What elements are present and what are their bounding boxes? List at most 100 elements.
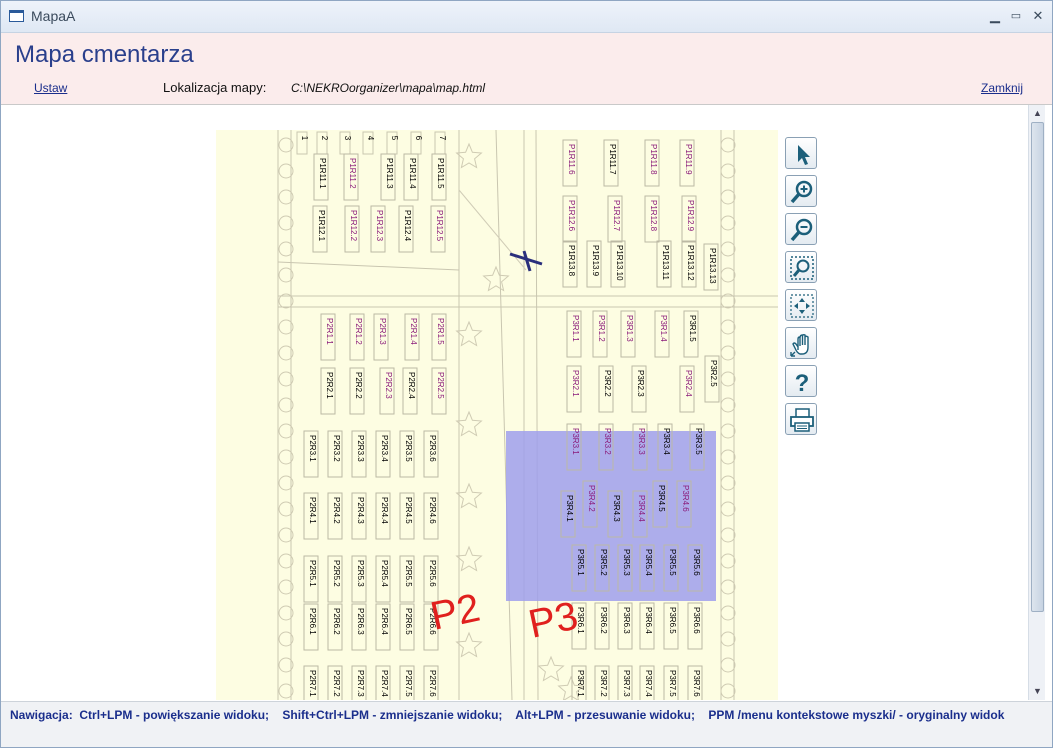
plot-label: P2R4.3 — [356, 497, 365, 524]
title-bar: MapaA ▁ ▭ ✕ — [1, 1, 1052, 33]
plot-label: P3R2.4 — [684, 370, 693, 397]
vertical-scrollbar[interactable]: ▲ ▼ — [1028, 105, 1045, 700]
plot-label: P2R6.1 — [308, 608, 317, 635]
plot-label: P3R5.3 — [622, 549, 631, 576]
zamknij-link[interactable]: Zamknij — [981, 81, 1023, 95]
fit-view-button[interactable] — [785, 289, 817, 321]
plot-label: P1R13.11 — [661, 245, 670, 281]
plot-number-label: 7 — [438, 136, 447, 141]
minimize-button[interactable]: ▁ — [984, 7, 1006, 25]
plot-label: P1R12.4 — [403, 210, 412, 242]
plot-label: P1R11.9 — [684, 144, 693, 175]
plot-label: P2R1.1 — [325, 318, 334, 345]
map-viewport[interactable]: 1 2 3 4 5 6 7 P1R11.1 P1R11.2 P1R11.3 P1R11.4 P1R11… — [2, 105, 1028, 700]
zoom-in-button[interactable] — [785, 175, 817, 207]
plot-label: P2R6.2 — [332, 608, 341, 635]
plot-label: P3R2.2 — [603, 370, 612, 397]
fit-view-icon — [790, 294, 814, 318]
plot-label: P3R7.6 — [692, 670, 701, 697]
plot-label: P1R12.7 — [612, 200, 621, 232]
plot-number-label: 6 — [414, 136, 423, 141]
close-window-button[interactable]: ✕ — [1027, 7, 1049, 25]
plot-label: P2R6.4 — [380, 608, 389, 635]
plot-label: P1R11.8 — [649, 144, 658, 175]
page-title: Mapa cmentarza — [15, 41, 194, 68]
plot-label: P3R3.4 — [662, 428, 671, 455]
plot-label: P2R4.1 — [308, 497, 317, 524]
print-icon — [790, 408, 814, 432]
plot-number-label: 2 — [320, 136, 329, 141]
zoom-in-icon — [790, 180, 813, 204]
plot-label: P3R2.3 — [636, 370, 645, 397]
plot-label: P2R3.5 — [404, 435, 413, 462]
plot-label: P3R6.3 — [622, 607, 631, 634]
plot-label: P2R7.4 — [380, 670, 389, 697]
plot-label: P2R3.2 — [332, 435, 341, 462]
plot-label: P3R7.3 — [622, 670, 631, 697]
svg-text:?: ? — [795, 370, 810, 396]
help-button[interactable]: ? — [785, 365, 817, 397]
zoom-out-button[interactable] — [785, 213, 817, 245]
maximize-button[interactable]: ▭ — [1005, 7, 1027, 25]
map-location-path: C:\NEKROorganizer\mapa\map.html — [291, 81, 486, 95]
plot-label: P3R6.5 — [668, 607, 677, 634]
pan-hand-button[interactable] — [785, 327, 817, 359]
plot-label: P1R12.2 — [349, 210, 358, 242]
plot-label: P3R6.2 — [599, 607, 608, 634]
plot-label: P2R2.2 — [354, 372, 363, 399]
plot-label: P2R4.4 — [380, 497, 389, 524]
zoom-out-icon — [790, 218, 813, 242]
plot-label: P3R3.2 — [603, 428, 612, 455]
plot-label: P3R4.4 — [637, 495, 646, 522]
plot-label: P3R3.5 — [694, 428, 703, 455]
scroll-up-icon[interactable]: ▲ — [1030, 106, 1045, 121]
plot-label: P2R3.6 — [428, 435, 437, 462]
plot-label: P2R3.1 — [308, 435, 317, 462]
plot-label: P3R3.1 — [571, 428, 580, 455]
plot-label: P3R1.4 — [659, 315, 668, 342]
plot-label: P2R3.4 — [380, 435, 389, 462]
plot-label: P1R12.5 — [435, 210, 444, 242]
plot-label: P2R5.1 — [308, 560, 317, 587]
plot-label: P1R12.6 — [567, 200, 576, 232]
help-icon: ? — [795, 370, 810, 396]
plot-label: P1R13.10 — [615, 245, 624, 281]
plot-label: P1R12.3 — [375, 210, 384, 242]
scroll-down-icon[interactable]: ▼ — [1030, 684, 1045, 699]
zoom-region-button[interactable] — [785, 251, 817, 283]
plot-label: P2R5.5 — [404, 560, 413, 587]
plot-label: P3R5.4 — [644, 549, 653, 576]
plot-label: P3R7.4 — [644, 670, 653, 697]
plot-label: P2R4.6 — [428, 497, 437, 524]
plot-label: P3R1.1 — [571, 315, 580, 342]
plot-label: P2R5.3 — [356, 560, 365, 587]
print-button[interactable] — [785, 403, 817, 435]
scrollbar-thumb[interactable] — [1031, 122, 1044, 612]
plot-label: P3R5.2 — [599, 549, 608, 576]
ustaw-link[interactable]: Ustaw — [34, 81, 67, 95]
map-location-label: Lokalizacja mapy: — [163, 80, 267, 95]
plot-label: P2R1.5 — [436, 318, 445, 345]
navigation-help-text: Nawigacja: Ctrl+LPM - powiększanie widok… — [10, 708, 1005, 722]
plot-label: P2R6.3 — [356, 608, 365, 635]
plot-label: P3R4.2 — [587, 485, 596, 512]
app-window: MapaA ▁ ▭ ✕ Mapa cmentarza Ustaw Lokaliz… — [0, 0, 1053, 748]
plot-label: P1R11.3 — [385, 158, 394, 189]
cemetery-map[interactable]: 1 2 3 4 5 6 7 P1R11.1 P1R11.2 P1R11.3 P1R11.4 P1R11… — [216, 130, 778, 700]
plot-label: P1R11.7 — [608, 144, 617, 175]
plot-label: P3R4.1 — [565, 495, 574, 522]
plot-number-label: 5 — [390, 136, 399, 141]
plot-label: P3R1.2 — [597, 315, 606, 342]
plot-label: P3R2.5 — [709, 360, 718, 387]
plot-label: P3R1.3 — [625, 315, 634, 342]
plot-label: P3R3.3 — [637, 428, 646, 455]
plot-label: P2R4.2 — [332, 497, 341, 524]
plot-label: P2R1.2 — [354, 318, 363, 345]
plot-label: P2R5.2 — [332, 560, 341, 587]
plot-label: P3R6.6 — [692, 607, 701, 634]
plot-label: P2R3.3 — [356, 435, 365, 462]
plot-label: P3R5.1 — [576, 549, 585, 576]
select-pointer-button[interactable] — [785, 137, 817, 169]
plot-label: P2R1.4 — [409, 318, 418, 345]
plot-label: P3R7.5 — [668, 670, 677, 697]
